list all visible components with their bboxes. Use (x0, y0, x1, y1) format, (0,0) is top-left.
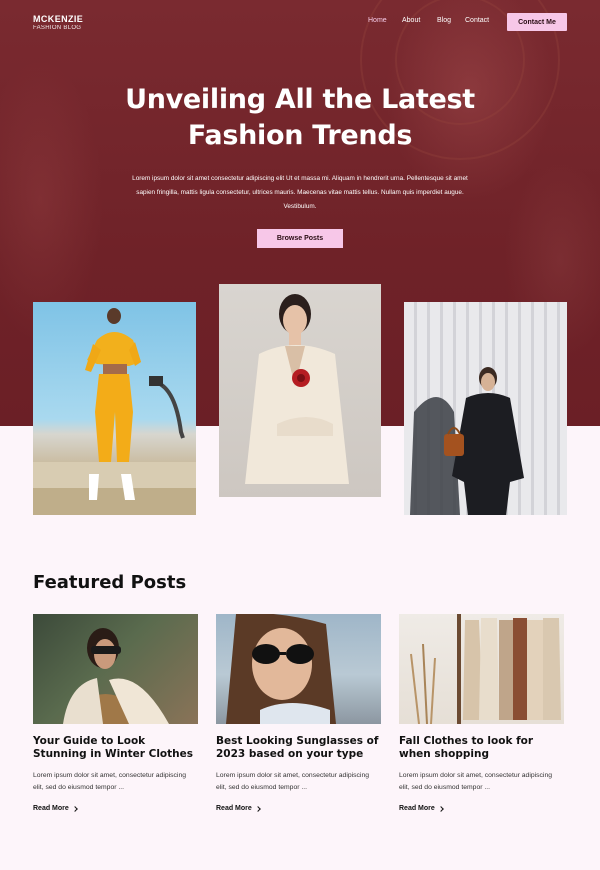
hero-title-line2: Fashion Trends (187, 120, 413, 151)
hero-title: Unveiling All the Latest Fashion Trends (100, 82, 500, 154)
clothes-rack-illustration (410, 614, 561, 724)
yellow-outfit-illustration (33, 308, 196, 515)
contact-me-button[interactable]: Contact Me (507, 13, 567, 31)
hero-photo-yellow-outfit (33, 302, 196, 515)
winter-outfit-illustration (63, 628, 169, 724)
black-suit-illustration (410, 367, 524, 515)
post-thumbnail[interactable] (33, 614, 198, 724)
read-more-label: Read More (33, 805, 69, 812)
logo-tagline: FASHION BLOG (33, 25, 82, 31)
hero-description: Lorem ipsum dolor sit amet consectetur a… (132, 175, 468, 210)
read-more-label: Read More (399, 805, 435, 812)
post-card: Best Looking Sunglasses of 2023 based on… (216, 614, 381, 812)
post-card: Your Guide to Look Stunning in Winter Cl… (33, 614, 198, 812)
read-more-link[interactable]: Read More (399, 805, 564, 812)
post-excerpt: Lorem ipsum dolor sit amet, consectetur … (399, 772, 552, 791)
read-more-link[interactable]: Read More (216, 805, 381, 812)
sunglasses-illustration (226, 614, 336, 724)
chevron-right-icon (437, 805, 444, 812)
site-logo[interactable]: MCKENZIE FASHION BLOG (33, 14, 83, 31)
nav-link-about[interactable]: About (402, 17, 420, 24)
post-title[interactable]: Best Looking Sunglasses of 2023 based on… (216, 735, 381, 761)
logo-name: MCKENZIE (33, 14, 84, 24)
hero-title-line1: Unveiling All the Latest (125, 84, 475, 115)
hero-photo-white-blazer (219, 284, 381, 497)
post-excerpt: Lorem ipsum dolor sit amet, consectetur … (33, 772, 186, 791)
featured-posts-heading: Featured Posts (33, 572, 187, 593)
white-blazer-illustration (245, 294, 349, 484)
read-more-link[interactable]: Read More (33, 805, 198, 812)
read-more-label: Read More (216, 805, 252, 812)
post-thumbnail[interactable] (399, 614, 564, 724)
browse-posts-button[interactable]: Browse Posts (257, 229, 343, 248)
post-excerpt: Lorem ipsum dolor sit amet, consectetur … (216, 772, 369, 791)
post-card: Fall Clothes to look for when shopping L… (399, 614, 564, 812)
hero-photo-black-suit (404, 302, 567, 515)
post-title[interactable]: Your Guide to Look Stunning in Winter Cl… (33, 735, 198, 761)
post-thumbnail[interactable] (216, 614, 381, 724)
nav-link-contact[interactable]: Contact (465, 17, 489, 24)
chevron-right-icon (71, 805, 78, 812)
nav-link-blog[interactable]: Blog (437, 17, 451, 24)
chevron-right-icon (254, 805, 261, 812)
nav-link-home[interactable]: Home (368, 17, 387, 24)
post-title[interactable]: Fall Clothes to look for when shopping (399, 735, 564, 761)
